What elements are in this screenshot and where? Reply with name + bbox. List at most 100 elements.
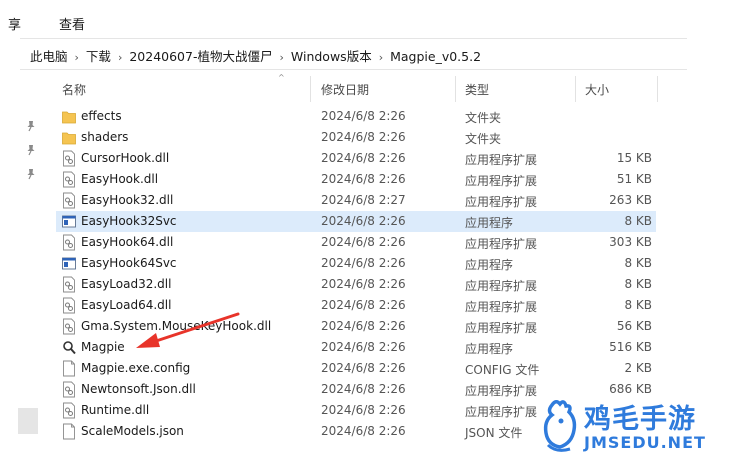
pin-icon[interactable] — [24, 167, 38, 181]
menu-share[interactable]: 享 — [8, 14, 21, 33]
file-type: 应用程序扩展 — [465, 174, 538, 188]
column-divider[interactable] — [657, 76, 658, 102]
file-date: 2024/6/8 2:26 — [321, 403, 406, 417]
chevron-right-icon[interactable]: › — [75, 51, 79, 64]
file-name: Magpie — [81, 340, 125, 354]
file-size: 263 KB — [609, 193, 652, 207]
file-name: ScaleModels.json — [81, 424, 184, 438]
pin-icon[interactable] — [24, 143, 38, 157]
dll-file-icon — [63, 297, 75, 314]
file-type: 应用程序 — [465, 342, 514, 356]
file-name: Magpie.exe.config — [81, 361, 191, 375]
file-row[interactable]: EasyHook64Svc 2024/6/8 2:26 应用程序 8 KB — [56, 253, 656, 274]
file-row[interactable]: Gma.System.MouseKeyHook.dll 2024/6/8 2:26… — [56, 316, 656, 337]
watermark-logo: 鸡毛手游 JMSEDU.NET — [538, 395, 735, 465]
file-type: 应用程序扩展 — [465, 279, 538, 293]
watermark-url: JMSEDU.NET — [584, 433, 706, 452]
file-date: 2024/6/8 2:26 — [321, 298, 406, 312]
nav-scrollbar[interactable] — [18, 408, 38, 434]
address-bar[interactable]: 此电脑 › 下载 › 20240607-植物大战僵尸 › Windows版本 › Magpie_… — [20, 38, 687, 70]
chevron-right-icon[interactable]: › — [379, 51, 383, 64]
file-date: 2024/6/8 2:26 — [321, 151, 406, 165]
file-date: 2024/6/8 2:26 — [321, 382, 406, 396]
file-row[interactable]: effects 2024/6/8 2:26 文件夹 — [56, 106, 656, 127]
column-date[interactable]: 修改日期 — [321, 81, 369, 98]
watermark-title: 鸡毛手游 — [584, 404, 696, 435]
file-date: 2024/6/8 2:27 — [321, 193, 406, 207]
folder-icon — [62, 111, 76, 124]
file-row[interactable]: EasyLoad64.dll 2024/6/8 2:26 应用程序扩展 8 KB — [56, 295, 656, 316]
file-rows: effects 2024/6/8 2:26 文件夹 shaders 2024/6/8 2… — [56, 106, 656, 442]
file-type: 应用程序扩展 — [465, 237, 538, 251]
file-name: shaders — [81, 130, 129, 144]
file-date: 2024/6/8 2:26 — [321, 172, 406, 186]
file-type: JSON 文件 — [465, 426, 523, 440]
file-type: 应用程序扩展 — [465, 153, 538, 167]
column-name[interactable]: 名称 — [62, 81, 86, 98]
breadcrumb-windows-version[interactable]: Windows版本 — [291, 49, 372, 64]
file-name: CursorHook.dll — [81, 151, 170, 165]
column-divider[interactable] — [575, 76, 576, 102]
file-row[interactable]: Magpie 2024/6/8 2:26 应用程序 516 KB — [56, 337, 656, 358]
file-type: 应用程序 — [465, 216, 514, 230]
column-header: ^ 名称 修改日期 类型 大小 — [56, 70, 658, 106]
pin-icon[interactable] — [24, 119, 38, 133]
application-icon — [62, 215, 76, 228]
file-type: 应用程序扩展 — [465, 405, 538, 419]
file-row[interactable]: EasyHook.dll 2024/6/8 2:26 应用程序扩展 51 KB — [56, 169, 656, 190]
file-type: 文件夹 — [465, 132, 502, 146]
file-row[interactable]: EasyHook32.dll 2024/6/8 2:27 应用程序扩展 263 KB — [56, 190, 656, 211]
file-size: 8 KB — [624, 298, 652, 312]
breadcrumb-game-folder[interactable]: 20240607-植物大战僵尸 — [129, 49, 272, 64]
folder-icon — [62, 132, 76, 145]
file-type: CONFIG 文件 — [465, 363, 540, 377]
file-name: Runtime.dll — [81, 403, 150, 417]
file-date: 2024/6/8 2:26 — [321, 277, 406, 291]
breadcrumb-magpie[interactable]: Magpie_v0.5.2 — [390, 49, 481, 64]
column-divider[interactable] — [455, 76, 456, 102]
file-name: EasyHook64.dll — [81, 235, 174, 249]
file-date: 2024/6/8 2:26 — [321, 235, 406, 249]
file-row[interactable]: EasyHook64.dll 2024/6/8 2:26 应用程序扩展 303 KB — [56, 232, 656, 253]
file-size: 516 KB — [609, 340, 652, 354]
file-row[interactable]: CursorHook.dll 2024/6/8 2:26 应用程序扩展 15 KB — [56, 148, 656, 169]
file-name: Gma.System.MouseKeyHook.dll — [81, 319, 272, 333]
column-size[interactable]: 大小 — [585, 81, 609, 98]
file-type: 应用程序扩展 — [465, 384, 538, 398]
file-row[interactable]: Magpie.exe.config 2024/6/8 2:26 CONFIG 文件 2… — [56, 358, 656, 379]
file-date: 2024/6/8 2:26 — [321, 109, 406, 123]
file-size: 303 KB — [609, 235, 652, 249]
file-name: EasyLoad32.dll — [81, 277, 172, 291]
breadcrumb-downloads[interactable]: 下载 — [86, 49, 111, 64]
dll-file-icon — [63, 402, 75, 419]
file-date: 2024/6/8 2:26 — [321, 340, 406, 354]
dll-file-icon — [63, 234, 75, 251]
file-row[interactable]: EasyLoad32.dll 2024/6/8 2:26 应用程序扩展 8 KB — [56, 274, 656, 295]
file-name: Newtonsoft.Json.dll — [81, 382, 196, 396]
file-name: EasyHook.dll — [81, 172, 159, 186]
sort-up-icon: ^ — [278, 73, 285, 82]
file-date: 2024/6/8 2:26 — [321, 214, 406, 228]
menu-bar: 享 查看 — [0, 0, 735, 40]
file-date: 2024/6/8 2:26 — [321, 130, 406, 144]
file-date: 2024/6/8 2:26 — [321, 361, 406, 375]
navigation-pane — [0, 70, 40, 465]
file-row[interactable]: shaders 2024/6/8 2:26 文件夹 — [56, 127, 656, 148]
column-divider[interactable] — [310, 76, 311, 102]
rooster-logo-icon — [543, 400, 577, 452]
file-name: EasyHook64Svc — [81, 256, 177, 270]
file-size: 56 KB — [616, 319, 652, 333]
file-row[interactable]: EasyHook32Svc 2024/6/8 2:26 应用程序 8 KB — [56, 211, 656, 232]
column-type[interactable]: 类型 — [465, 81, 489, 98]
breadcrumb-this-pc[interactable]: 此电脑 — [30, 49, 68, 64]
file-size: 2 KB — [624, 361, 652, 375]
file-size: 8 KB — [624, 277, 652, 291]
dll-file-icon — [63, 381, 75, 398]
dll-file-icon — [63, 276, 75, 293]
file-list: ^ 名称 修改日期 类型 大小 effects 2024/6/8 2:26 文件夹 s… — [56, 70, 658, 442]
file-name: effects — [81, 109, 122, 123]
menu-view[interactable]: 查看 — [59, 14, 85, 33]
breadcrumb: 此电脑 › 下载 › 20240607-植物大战僵尸 › Windows版本 › Magpie_… — [30, 46, 481, 65]
chevron-right-icon[interactable]: › — [279, 51, 283, 64]
chevron-right-icon[interactable]: › — [118, 51, 122, 64]
